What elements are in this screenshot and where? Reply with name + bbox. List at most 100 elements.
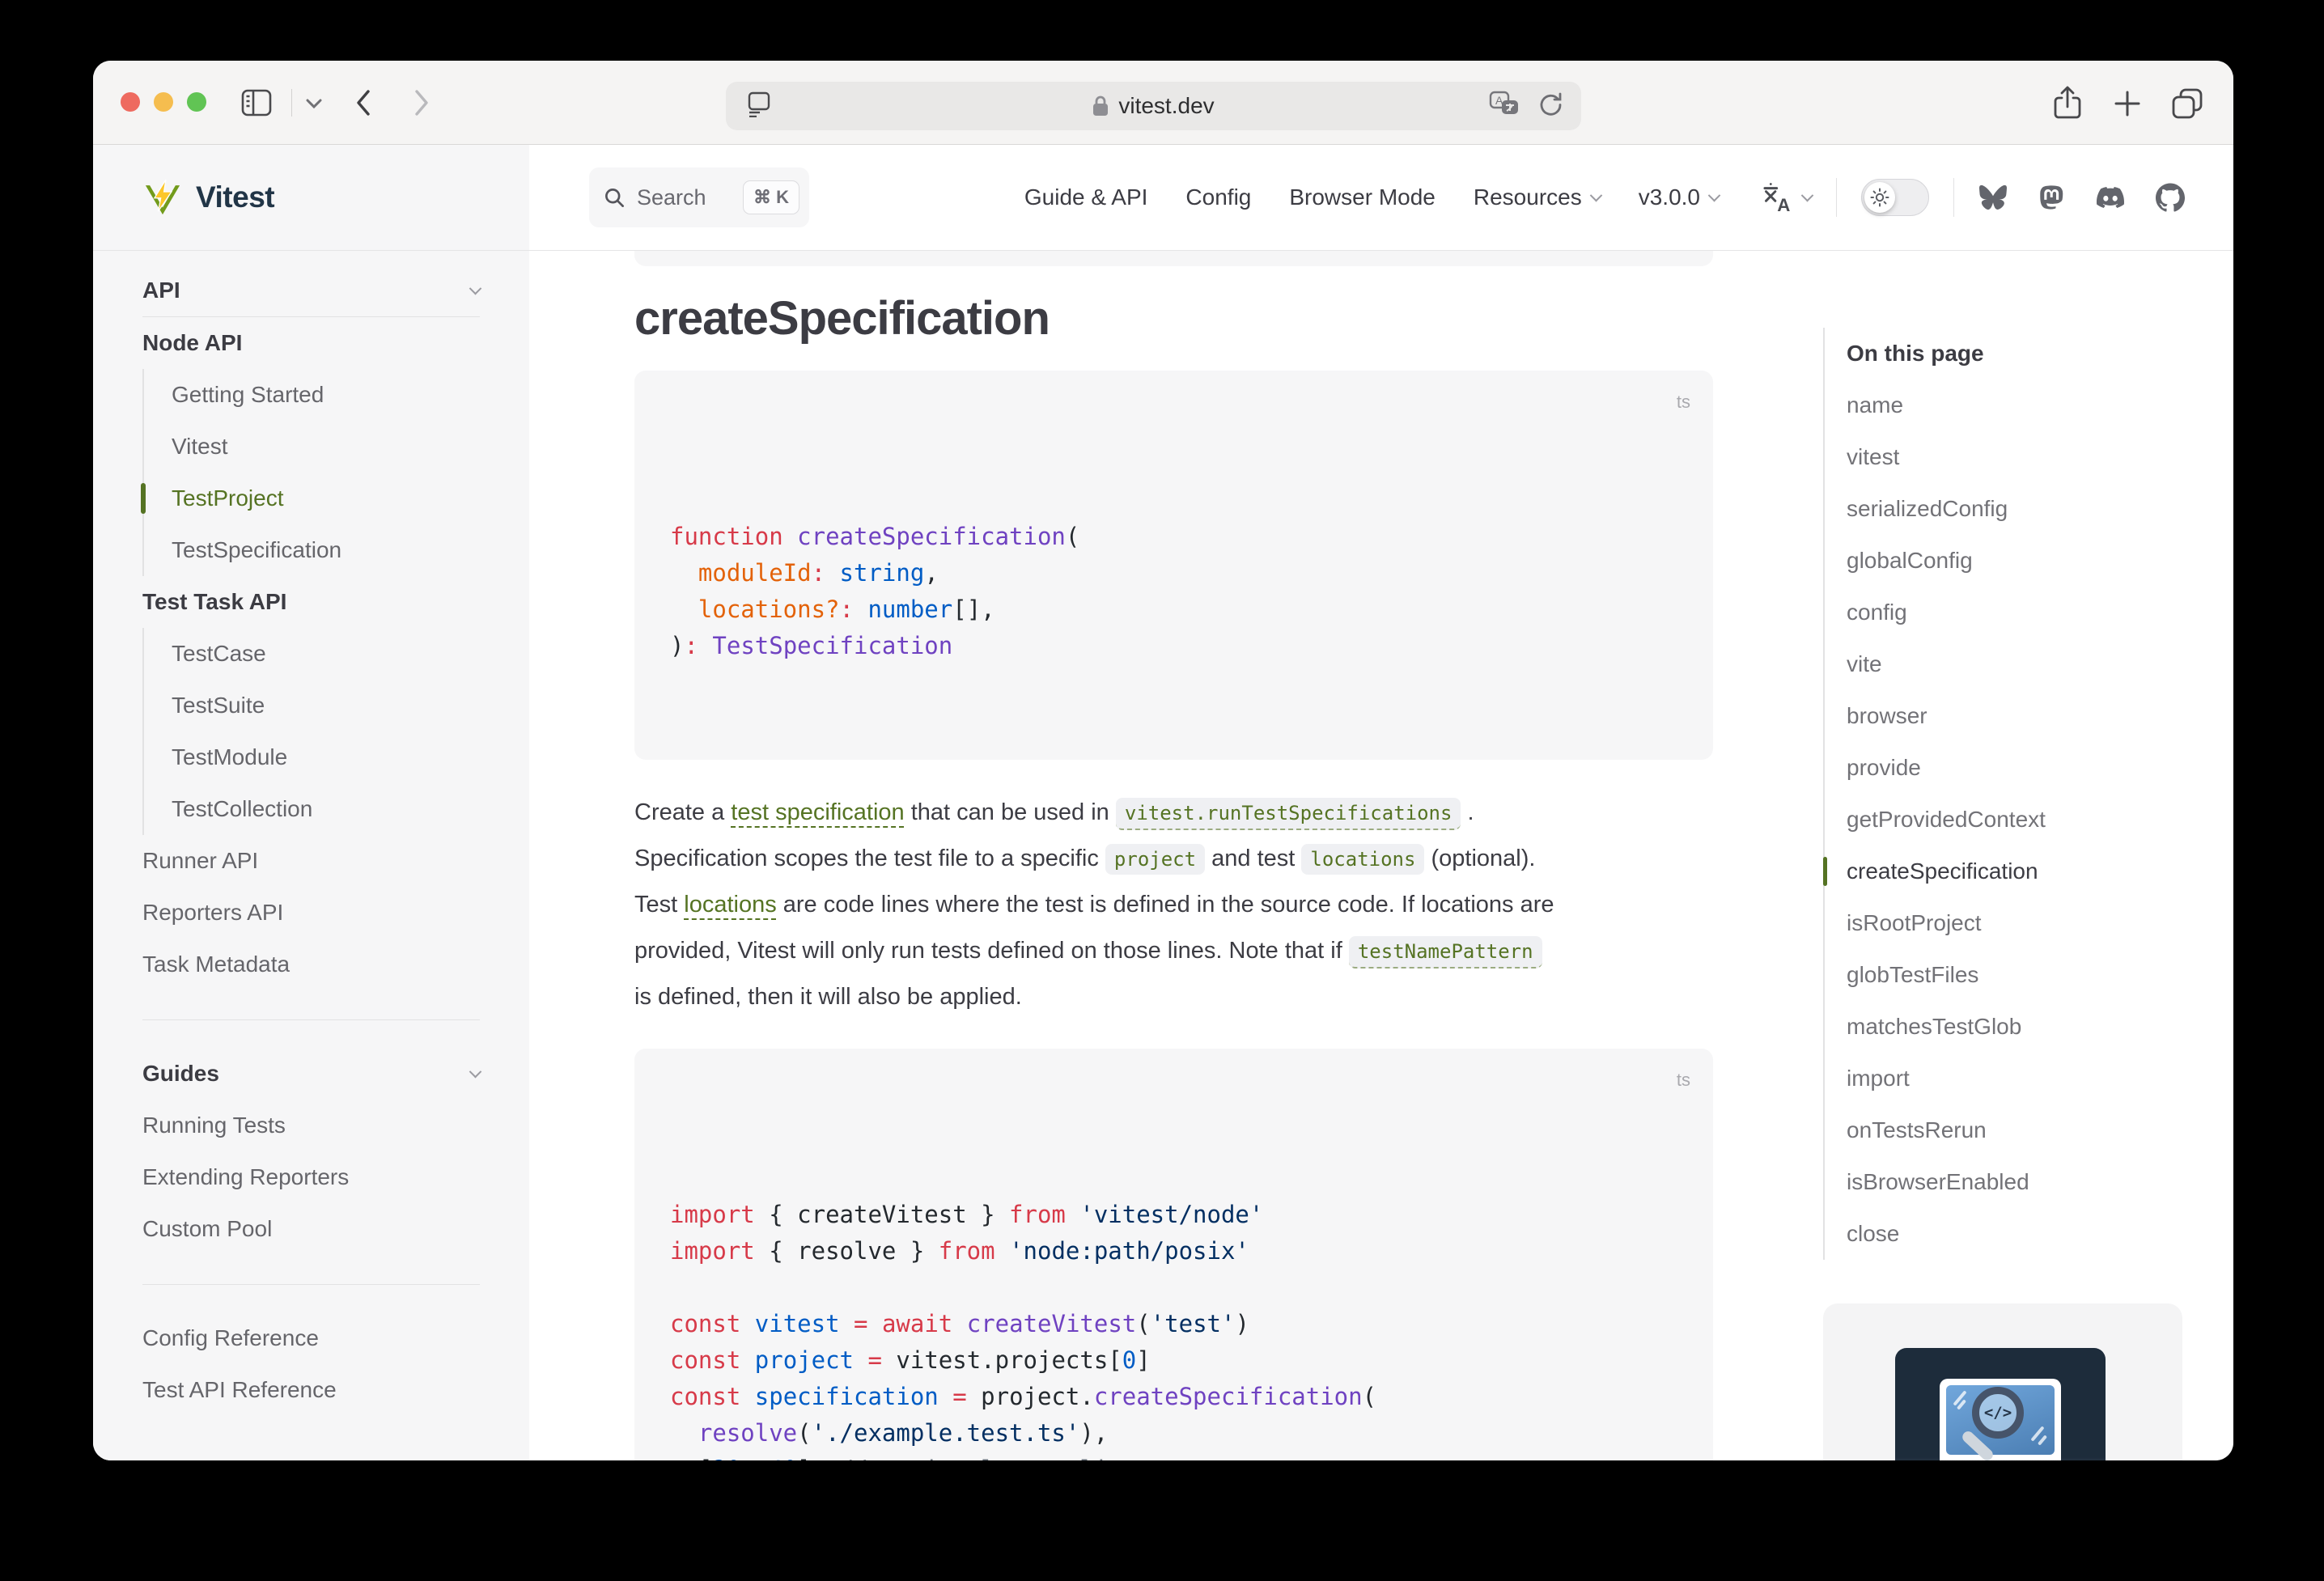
sidebar-item-testcase[interactable]: TestCase [172,628,480,680]
sidebar-item-custom-pool[interactable]: Custom Pool [142,1203,480,1255]
on-this-page: On this page namevitestserializedConfigg… [1823,328,2195,1260]
nav-config[interactable]: Config [1185,184,1251,210]
link-locations[interactable]: locations [684,892,776,918]
code-lang-badge: ts [1677,384,1690,420]
search-input[interactable]: Search ⌘ K [589,167,809,227]
toc-item-provide[interactable]: provide [1847,742,2195,794]
chevron-down-icon [1708,189,1721,201]
sidebar-item-testcollection[interactable]: TestCollection [172,783,480,835]
code-link-testnamepattern[interactable]: testNamePattern [1349,936,1542,969]
toc-title: On this page [1847,328,2195,379]
language-menu[interactable]: A [1761,181,1812,214]
mastodon-icon[interactable] [2038,183,2065,212]
sidebar-item-vitest[interactable]: Vitest [172,421,480,473]
sidebar-item-api[interactable]: API [142,265,480,316]
code-block-signature: ts function createSpecification( moduleI… [634,371,1713,760]
bluesky-icon[interactable] [1978,184,2008,211]
sidebar-item-task-metadata[interactable]: Task Metadata [142,939,480,990]
divider [1953,178,1954,217]
minimize-window-button[interactable] [154,92,173,112]
toc-item-browser[interactable]: browser [1847,690,2195,742]
sidebar-item-getting-started[interactable]: Getting Started [172,369,480,421]
page-body: APINode APIGetting StartedVitestTestProj… [93,251,2233,1460]
svg-text:A: A [1777,195,1790,214]
code-lang-badge: ts [1677,1062,1690,1098]
theme-toggle[interactable] [1861,179,1929,216]
divider [1836,178,1837,217]
sun-icon [1870,188,1889,207]
toc-item-createspecification[interactable]: createSpecification [1847,846,2195,897]
toc-item-serializedconfig[interactable]: serializedConfig [1847,483,2195,535]
zoom-window-button[interactable] [187,92,206,112]
previous-code-block-edge [634,251,1713,266]
inline-code: project [1105,844,1205,875]
search-icon [604,187,626,209]
sidebar-divider [142,1019,480,1020]
toc-item-isbrowserenabled[interactable]: isBrowserEnabled [1847,1156,2195,1208]
toc-item-vitest[interactable]: vitest [1847,431,2195,483]
toc-item-isrootproject[interactable]: isRootProject [1847,897,2195,949]
site-header: Vitest Search ⌘ K Guide & API Config Brows… [93,145,2233,251]
nav-browser-mode[interactable]: Browser Mode [1289,184,1436,210]
toc-item-globtestfiles[interactable]: globTestFiles [1847,949,2195,1001]
inline-code: locations [1301,844,1424,875]
code-search-monitor-illustration: </> [1895,1348,2106,1460]
tab-overview-icon[interactable] [2169,86,2205,121]
new-tab-icon[interactable] [2111,87,2144,120]
toc-item-config[interactable]: config [1847,587,2195,638]
link-test-specification[interactable]: test specification [731,799,904,825]
sidebar-item-test-api-reference[interactable]: Test API Reference [142,1364,480,1416]
lock-icon [1092,95,1109,117]
share-icon[interactable] [2051,85,2084,122]
sidebar-group: TestCaseTestSuiteTestModuleTestCollectio… [142,628,480,835]
address-bar[interactable]: vitest.dev A [726,82,1581,130]
forward-icon[interactable] [412,87,431,119]
vitest-bolt-icon [142,178,183,217]
sidebar-item-extending-reporters[interactable]: Extending Reporters [142,1151,480,1203]
discord-icon[interactable] [2095,184,2126,211]
sidebar-toggle-icon[interactable] [241,89,272,117]
sidebar-item-runner-api[interactable]: Runner API [142,835,480,887]
toc-item-import[interactable]: import [1847,1053,2195,1104]
toc-item-name[interactable]: name [1847,379,2195,431]
toc-item-getprovidedcontext[interactable]: getProvidedContext [1847,794,2195,846]
sidebar-item-test-task-api[interactable]: Test Task API [142,576,480,628]
page-title: createSpecification [634,290,1713,347]
nav-resources[interactable]: Resources [1474,184,1601,210]
sidebar-item-config-reference[interactable]: Config Reference [142,1312,480,1364]
sidebar-item-testsuite[interactable]: TestSuite [172,680,480,731]
code-link-vitest-runtestspecifications[interactable]: vitest.runTestSpecifications [1116,798,1461,830]
sidebar-item-testmodule[interactable]: TestModule [172,731,480,783]
sidebar-group: Getting StartedVitestTestProjectTestSpec… [142,369,480,576]
logo[interactable]: Vitest [93,145,529,250]
description-paragraph: Create a test specification that can be … [634,790,1713,1020]
toc-item-ontestsrerun[interactable]: onTestsRerun [1847,1104,2195,1156]
toc-item-globalconfig[interactable]: globalConfig [1847,535,2195,587]
sidebar-item-running-tests[interactable]: Running Tests [142,1100,480,1151]
toc-item-matchestestglob[interactable]: matchesTestGlob [1847,1001,2195,1053]
search-shortcut: ⌘ K [743,180,799,214]
sidebar-item-testproject[interactable]: TestProject [172,473,480,524]
window-controls [121,92,206,112]
header-nav: Guide & API Config Browser Mode Resources v3… [1024,178,2233,217]
github-icon[interactable] [2156,183,2185,212]
url-text: vitest.dev [1118,93,1214,119]
toc-item-vite[interactable]: vite [1847,638,2195,690]
back-icon[interactable] [354,87,373,119]
close-window-button[interactable] [121,92,140,112]
sponsor-card[interactable]: </> [1823,1303,2182,1460]
sidebar: APINode APIGetting StartedVitestTestProj… [93,251,529,1460]
sidebar-item-reporters-api[interactable]: Reporters API [142,887,480,939]
nav-v3-0-0[interactable]: v3.0.0 [1639,184,1719,210]
sidebar-item-testspecification[interactable]: TestSpecification [172,524,480,576]
nav-guide-api[interactable]: Guide & API [1024,184,1148,210]
sidebar-item-node-api[interactable]: Node API [142,317,480,369]
search-placeholder: Search [637,185,706,210]
chevron-down-icon [469,282,482,295]
browser-toolbar: vitest.dev A [93,61,2233,145]
sidebar-item-guides[interactable]: Guides [142,1048,480,1100]
tab-group-chevron-icon[interactable] [305,98,323,109]
toc-item-close[interactable]: close [1847,1208,2195,1260]
browser-window: vitest.dev A [93,61,2233,1460]
translate-language-icon: A [1761,181,1793,214]
